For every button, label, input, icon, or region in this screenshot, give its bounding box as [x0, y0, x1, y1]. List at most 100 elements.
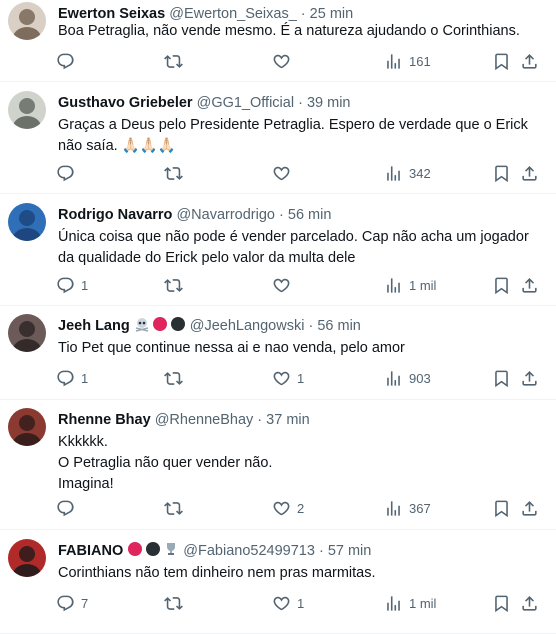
reply-button[interactable]: [56, 496, 81, 520]
replies-count: 1: [81, 370, 89, 386]
reply-feed: Ewerton Seixas @Ewerton_Seixas_ · 25 min…: [0, 0, 556, 634]
share-button[interactable]: [520, 273, 539, 297]
views-icon: [384, 164, 403, 183]
views-button[interactable]: 367: [384, 496, 431, 520]
bookmark-button[interactable]: [492, 366, 511, 390]
tweet-text-line: Kkkkkk.: [58, 434, 108, 450]
separator-dot: ·: [304, 318, 318, 334]
reply-icon: [56, 369, 75, 388]
timestamp[interactable]: 37 min: [266, 412, 310, 428]
views-icon: [384, 52, 403, 71]
avatar[interactable]: [8, 408, 46, 446]
bookmark-icon: [492, 164, 511, 183]
tweet[interactable]: Ewerton Seixas @Ewerton_Seixas_ · 25 min…: [0, 0, 556, 82]
like-button[interactable]: 1: [272, 591, 304, 615]
bookmark-button[interactable]: [492, 161, 511, 185]
timestamp[interactable]: 57 min: [328, 543, 372, 559]
tweet[interactable]: Jeeh Lang @JeehLangowski · 56 min Tio Pet…: [0, 306, 556, 400]
views-icon: [384, 594, 403, 613]
heart-icon: [272, 499, 291, 518]
display-name[interactable]: Gusthavo Griebeler: [58, 95, 193, 111]
views-count: 903: [409, 370, 431, 386]
like-button[interactable]: [272, 161, 297, 185]
user-handle[interactable]: @RhenneBhay: [155, 412, 254, 428]
trophy-badge-icon: [163, 541, 179, 561]
views-button[interactable]: 1 mil: [384, 591, 436, 615]
tweet[interactable]: Gusthavo Griebeler @GG1_Official · 39 mi…: [0, 82, 556, 194]
timestamp[interactable]: 39 min: [307, 95, 351, 111]
share-button[interactable]: [520, 366, 539, 390]
tweet-text: Tio Pet que continue nessa ai e nao vend…: [58, 338, 548, 359]
tweet-text: Kkkkkk. O Petraglia não quer vender não. I…: [58, 432, 548, 495]
like-button[interactable]: [272, 49, 297, 73]
views-button[interactable]: 161: [384, 49, 431, 73]
user-handle[interactable]: @JeehLangowski: [190, 318, 305, 334]
bookmark-button[interactable]: [492, 273, 511, 297]
heart-icon: [272, 594, 291, 613]
like-button[interactable]: 1: [272, 366, 304, 390]
tweet[interactable]: FABIANO @Fabiano52499713 · 57 min Corinth…: [0, 530, 556, 634]
bookmark-button[interactable]: [492, 591, 511, 615]
reply-button[interactable]: 7: [56, 591, 88, 615]
user-handle[interactable]: @Navarrodrigo: [176, 207, 275, 223]
share-button[interactable]: [520, 161, 539, 185]
display-name[interactable]: Rodrigo Navarro: [58, 207, 172, 223]
avatar[interactable]: [8, 2, 46, 40]
bookmark-button[interactable]: [492, 496, 511, 520]
retweet-button[interactable]: [164, 366, 183, 390]
display-name[interactable]: Rhenne Bhay: [58, 412, 151, 428]
tweet-text-line: Imagina!: [58, 476, 114, 492]
avatar[interactable]: [8, 203, 46, 241]
tweet-text-line: Tio Pet que continue nessa ai e nao vend…: [58, 340, 405, 356]
avatar[interactable]: [8, 539, 46, 577]
timestamp[interactable]: 56 min: [317, 318, 361, 334]
share-button[interactable]: [520, 49, 539, 73]
tweet-text: Corinthians não tem dinheiro nem pras ma…: [58, 563, 548, 584]
share-button[interactable]: [520, 496, 539, 520]
tweet-actions: 342: [0, 161, 556, 185]
bookmark-button[interactable]: [492, 49, 511, 73]
user-handle[interactable]: @GG1_Official: [197, 95, 294, 111]
retweet-button[interactable]: [164, 273, 183, 297]
share-icon: [520, 52, 539, 71]
like-button[interactable]: 2: [272, 496, 304, 520]
like-button[interactable]: [272, 273, 297, 297]
reply-icon: [56, 499, 75, 518]
tweet-text: Única coisa que não pode é vender parcel…: [58, 227, 548, 269]
views-button[interactable]: 1 mil: [384, 273, 436, 297]
retweet-button[interactable]: [164, 591, 183, 615]
bookmark-icon: [492, 276, 511, 295]
retweet-button[interactable]: [164, 496, 183, 520]
retweet-button[interactable]: [164, 49, 183, 73]
user-handle[interactable]: @Fabiano52499713: [183, 543, 315, 559]
share-icon: [520, 276, 539, 295]
tweet-actions: 1 1 903: [0, 366, 556, 390]
share-button[interactable]: [520, 591, 539, 615]
reply-button[interactable]: [56, 49, 81, 73]
tweet-text: Graças a Deus pelo Presidente Petraglia.…: [58, 115, 548, 157]
separator-dot: ·: [253, 412, 267, 428]
reply-button[interactable]: [56, 161, 81, 185]
avatar[interactable]: [8, 91, 46, 129]
tweet-text-line: Boa Petraglia, não vende mesmo. É a natu…: [58, 23, 520, 39]
black-badge-icon: [170, 316, 186, 336]
tweet[interactable]: Rodrigo Navarro @Navarrodrigo · 56 min Ún…: [0, 194, 556, 306]
avatar[interactable]: [8, 314, 46, 352]
timestamp[interactable]: 56 min: [288, 207, 332, 223]
reply-button[interactable]: 1: [56, 273, 88, 297]
user-handle[interactable]: @Ewerton_Seixas_: [169, 6, 297, 22]
red-badge-icon: [127, 541, 143, 561]
reply-icon: [56, 164, 75, 183]
views-button[interactable]: 342: [384, 161, 431, 185]
retweet-button[interactable]: [164, 161, 183, 185]
tweet-text-line: da qualidade do Erick pelo valor da mult…: [58, 250, 356, 266]
tweet-text-line: Única coisa que não pode é vender parcel…: [58, 229, 529, 245]
tweet-text-line: O Petraglia não quer vender não.: [58, 455, 273, 471]
views-button[interactable]: 903: [384, 366, 431, 390]
tweet[interactable]: Rhenne Bhay @RhenneBhay · 37 min Kkkkkk. O…: [0, 400, 556, 530]
display-name[interactable]: Jeeh Lang: [58, 318, 130, 334]
display-name[interactable]: Ewerton Seixas: [58, 6, 165, 22]
reply-button[interactable]: 1: [56, 366, 88, 390]
timestamp[interactable]: 25 min: [310, 6, 354, 22]
display-name[interactable]: FABIANO: [58, 543, 123, 559]
